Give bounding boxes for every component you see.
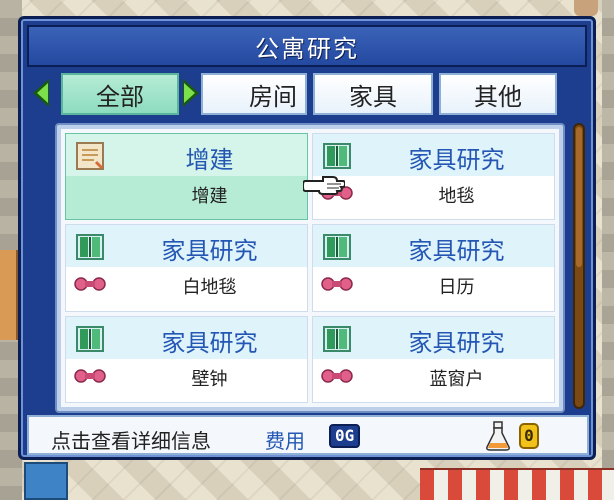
research-book-icon	[323, 143, 351, 169]
cost-label: 费用	[265, 429, 305, 453]
building-left	[0, 250, 18, 340]
striped-awning	[420, 468, 614, 500]
item-name: 日历	[438, 277, 475, 299]
tab-rooms[interactable]: 房间	[201, 73, 307, 115]
item-title: 增建	[185, 146, 234, 174]
item-title: 家具研究	[408, 328, 505, 357]
item-name: 地毯	[438, 186, 475, 207]
research-book-icon	[76, 325, 104, 352]
research-flask-icon	[486, 421, 510, 451]
item-name: 白地毯	[182, 277, 237, 299]
memo-scroll-icon	[76, 142, 104, 170]
ribbon-icon	[321, 277, 353, 292]
item-name: 蓝窗户	[429, 368, 484, 390]
research-item-expansion[interactable]: 增建 增建	[65, 133, 308, 221]
pointer-hand-icon	[303, 176, 345, 195]
ribbon-icon	[74, 368, 106, 383]
research-item-white-carpet[interactable]: 家具研究 白地毯	[65, 224, 308, 312]
ribbon-icon	[321, 368, 353, 383]
tab-furniture[interactable]: 家具	[313, 73, 433, 115]
townsperson-sprite	[574, 0, 598, 16]
research-item-calendar[interactable]: 家具研究 日历	[312, 224, 555, 312]
research-points-badge: 0	[519, 423, 539, 449]
item-name: 增建	[191, 186, 228, 207]
item-title: 家具研究	[408, 146, 505, 174]
ribbon-icon	[74, 277, 106, 292]
tab-next-arrow-icon[interactable]	[183, 79, 199, 107]
dialog-footer: 点击查看详细信息 费用 0G 0	[27, 415, 589, 455]
apartment-research-dialog: 公寓研究 全部 房间 家具 其他 增建 增建 家具研究 地毯 家具研究 白地毯 …	[18, 16, 596, 460]
research-book-icon	[323, 234, 351, 261]
dialog-title: 公寓研究	[27, 25, 587, 67]
research-book-icon	[76, 234, 104, 261]
item-title: 家具研究	[161, 328, 258, 357]
tab-prev-arrow-icon[interactable]	[33, 79, 49, 107]
list-scrollbar[interactable]	[573, 123, 585, 409]
item-title: 家具研究	[408, 237, 505, 266]
tab-all[interactable]: 全部	[61, 73, 179, 115]
scrollbar-thumb[interactable]	[576, 127, 582, 267]
road-right	[602, 0, 614, 500]
research-item-blue-window[interactable]: 家具研究 蓝窗户	[312, 315, 555, 403]
cost-value-badge: 0G	[329, 424, 361, 448]
blue-sign	[24, 462, 68, 500]
item-title: 家具研究	[161, 237, 258, 266]
category-tabs: 全部 房间 家具 其他	[31, 71, 587, 117]
research-list: 增建 增建 家具研究 地毯 家具研究 白地毯 家具研究 日历 家具研究 壁钟 家…	[55, 123, 565, 413]
research-item-carpet[interactable]: 家具研究 地毯	[312, 133, 555, 221]
tab-other[interactable]: 其他	[439, 73, 557, 115]
research-book-icon	[323, 325, 351, 352]
footer-hint-text: 点击查看详细信息	[51, 429, 211, 453]
research-item-wall-clock[interactable]: 家具研究 壁钟	[65, 315, 308, 403]
item-name: 壁钟	[191, 368, 228, 390]
